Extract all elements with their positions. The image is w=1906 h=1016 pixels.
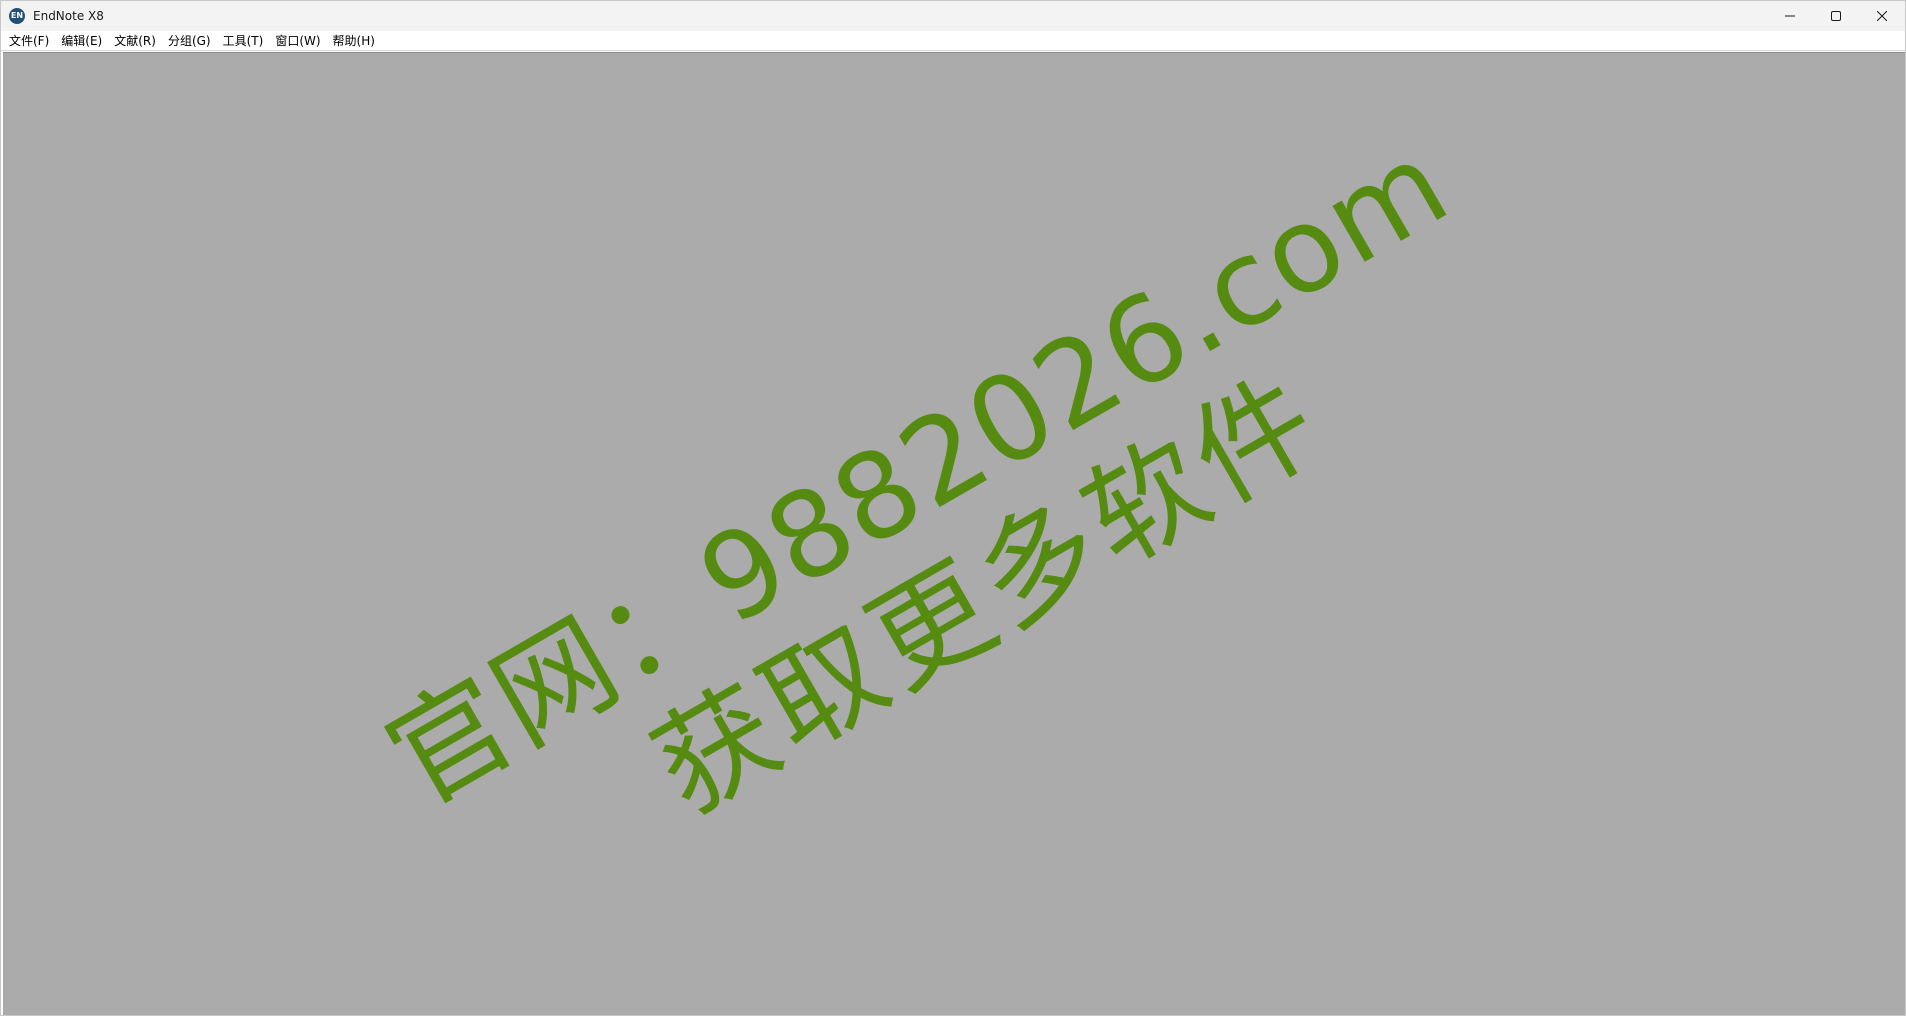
menu-references[interactable]: 文献(R) (108, 31, 162, 51)
mdi-workspace[interactable]: 官网：9882026.com 获取更多软件 (3, 52, 1905, 1015)
window-controls (1767, 1, 1905, 31)
title-bar[interactable]: EN EndNote X8 (1, 1, 1905, 31)
minimize-icon (1785, 15, 1795, 17)
watermark-text: 官网：9882026.com 获取更多软件 (365, 112, 1542, 953)
menu-file[interactable]: 文件(F) (3, 31, 55, 51)
menu-edit[interactable]: 编辑(E) (55, 31, 108, 51)
menu-bar: 文件(F) 编辑(E) 文献(R) 分组(G) 工具(T) 窗口(W) 帮助(H… (1, 31, 1905, 51)
close-button[interactable] (1859, 1, 1905, 31)
menu-window[interactable]: 窗口(W) (269, 31, 326, 51)
minimize-button[interactable] (1767, 1, 1813, 31)
maximize-icon (1831, 11, 1841, 21)
menu-tools[interactable]: 工具(T) (217, 31, 270, 51)
app-window: EN EndNote X8 文件(F) 编辑(E) 文献(R) 分组(G) 工具… (0, 0, 1906, 1016)
close-icon (1877, 11, 1887, 21)
endnote-app-icon[interactable]: EN (9, 8, 25, 24)
maximize-button[interactable] (1813, 1, 1859, 31)
menu-help[interactable]: 帮助(H) (327, 31, 381, 51)
window-title: EndNote X8 (33, 9, 104, 23)
menu-groups[interactable]: 分组(G) (162, 31, 217, 51)
